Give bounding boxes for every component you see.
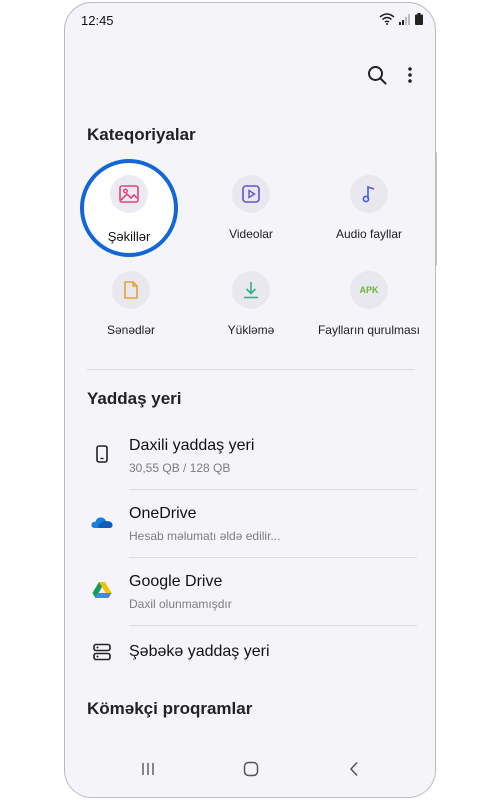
item-divider bbox=[129, 489, 417, 490]
category-label: Şəkillər bbox=[107, 229, 151, 244]
category-label: Videolar bbox=[229, 227, 273, 241]
navigation-bar bbox=[65, 745, 435, 797]
category-videos[interactable]: Videolar bbox=[189, 175, 313, 241]
helpers-title: Köməkçi proqramlar bbox=[87, 699, 253, 718]
category-label: Sənədlər bbox=[106, 323, 156, 337]
category-label: Yükləmə bbox=[227, 323, 275, 337]
status-icons bbox=[379, 13, 423, 25]
item-divider bbox=[129, 625, 417, 626]
apk-badge: APK bbox=[359, 285, 379, 295]
category-label: Faylların qurulması bbox=[317, 323, 421, 337]
home-icon[interactable] bbox=[236, 757, 266, 781]
category-audio[interactable]: Audio fayllar bbox=[307, 175, 431, 241]
document-icon bbox=[112, 271, 150, 309]
category-installation-files[interactable]: APK Faylların qurulması bbox=[307, 271, 431, 337]
status-bar: 12:45 bbox=[65, 3, 435, 37]
google-drive-icon bbox=[91, 579, 113, 601]
signal-icon bbox=[399, 13, 410, 25]
storage-subtitle: 30,55 QB / 128 QB bbox=[129, 461, 231, 475]
download-icon bbox=[232, 271, 270, 309]
item-divider bbox=[129, 557, 417, 558]
storage-item-internal[interactable]: Daxili yaddaş yeri 30,55 QB / 128 QB bbox=[65, 423, 435, 489]
storage-title-text: Google Drive bbox=[129, 573, 223, 590]
storage-item-network[interactable]: Şəbəkə yaddaş yeri bbox=[65, 627, 435, 681]
image-icon bbox=[110, 175, 148, 213]
top-actions bbox=[367, 65, 413, 85]
section-divider bbox=[87, 369, 415, 370]
search-icon[interactable] bbox=[367, 65, 387, 85]
phone-icon bbox=[91, 443, 113, 465]
category-images[interactable]: Şəkillər bbox=[80, 159, 178, 257]
category-documents[interactable]: Sənədlər bbox=[69, 271, 193, 337]
category-downloads[interactable]: Yükləmə bbox=[189, 271, 313, 337]
more-options-icon[interactable] bbox=[407, 66, 413, 84]
categories-title: Kateqoriyalar bbox=[87, 125, 196, 144]
video-icon bbox=[232, 175, 270, 213]
network-storage-icon bbox=[91, 641, 113, 663]
recent-apps-icon[interactable] bbox=[133, 757, 163, 781]
status-time: 12:45 bbox=[81, 13, 114, 28]
phone-screen: 12:45 Kateqoriyalar Şəkillər Videolar Au… bbox=[64, 2, 436, 798]
onedrive-icon bbox=[91, 511, 113, 533]
back-icon[interactable] bbox=[339, 757, 369, 781]
storage-subtitle: Hesab məlumatı əldə edilir... bbox=[129, 529, 281, 543]
battery-icon bbox=[415, 13, 423, 25]
storage-title-text: OneDrive bbox=[129, 505, 197, 522]
storage-title: Yaddaş yeri bbox=[87, 389, 182, 408]
category-label: Audio fayllar bbox=[335, 227, 403, 241]
storage-item-onedrive[interactable]: OneDrive Hesab məlumatı əldə edilir... bbox=[65, 491, 435, 557]
music-icon bbox=[350, 175, 388, 213]
wifi-icon bbox=[379, 13, 395, 25]
apk-icon: APK bbox=[350, 271, 388, 309]
storage-title-text: Şəbəkə yaddaş yeri bbox=[129, 643, 270, 660]
storage-item-google-drive[interactable]: Google Drive Daxil olunmamışdır bbox=[65, 559, 435, 625]
storage-title-text: Daxili yaddaş yeri bbox=[129, 437, 255, 454]
storage-subtitle: Daxil olunmamışdır bbox=[129, 597, 232, 611]
